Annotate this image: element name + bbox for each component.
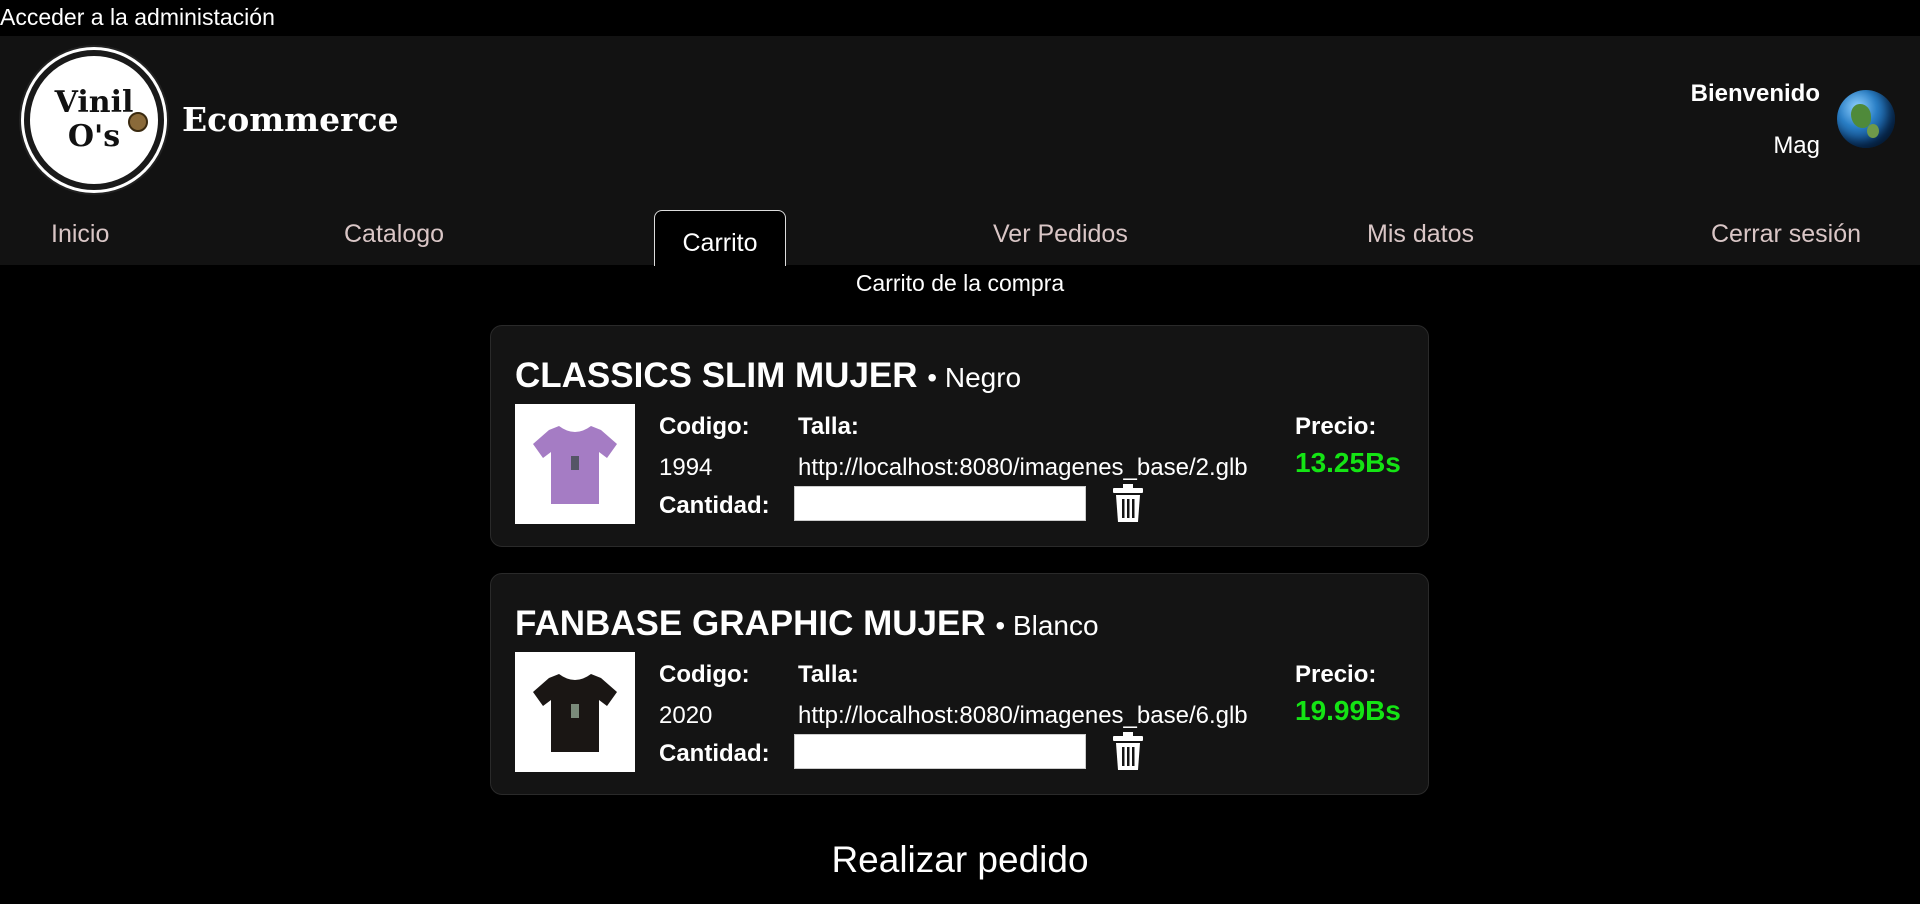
price-label: Precio: [1295,413,1377,440]
nav-catalogo[interactable]: Catalogo [344,220,444,249]
brand-title: Ecommerce [182,100,399,139]
size-value: http://localhost:8080/imagenes_base/6.gl… [798,702,1248,729]
code-value: 2020 [659,702,713,729]
vinyl-record-icon [128,112,148,132]
size-value: http://localhost:8080/imagenes_base/2.gl… [798,454,1248,481]
quantity-label: Cantidad: [659,492,770,519]
code-value: 1994 [659,454,713,481]
tshirt-image [533,426,617,504]
price-label: Precio: [1295,661,1377,688]
price-value: 19.99Bs [1295,695,1401,726]
product-thumbnail[interactable] [515,652,635,772]
trash-icon[interactable] [1111,731,1145,771]
product-color: • Blanco [995,610,1099,641]
username-text: Mag [1773,132,1820,159]
page-title: Carrito de la compra [855,270,1065,296]
quantity-input[interactable] [794,734,1086,769]
cart-item-card: FANBASE GRAPHIC MUJER • Blanco Codigo: 2… [490,573,1429,795]
main-nav: Inicio Catalogo Carrito Ver Pedidos Mis … [0,200,1920,266]
size-label: Talla: [798,661,859,688]
admin-access-link[interactable]: Acceder a la administación [0,4,275,34]
code-label: Codigo: [659,661,750,688]
nav-carrito-active-tab[interactable]: Carrito [654,210,786,266]
product-name: CLASSICS SLIM MUJER [515,356,918,395]
size-label: Talla: [798,413,859,440]
nav-cerrar-sesion[interactable]: Cerrar sesión [1711,220,1861,249]
product-name: FANBASE GRAPHIC MUJER [515,604,986,643]
product-name-row: FANBASE GRAPHIC MUJER • Blanco [515,604,1099,644]
product-name-row: CLASSICS SLIM MUJER • Negro [515,356,1021,396]
quantity-input[interactable] [794,486,1086,521]
place-order-button[interactable]: Realizar pedido [0,838,1920,882]
user-avatar-globe-icon[interactable] [1837,90,1895,148]
product-color: • Negro [927,362,1022,393]
nav-ver-pedidos[interactable]: Ver Pedidos [993,220,1128,249]
nav-inicio[interactable]: Inicio [51,220,109,249]
price-value: 13.25Bs [1295,447,1401,478]
tshirt-image [533,674,617,752]
trash-icon[interactable] [1111,483,1145,523]
code-label: Codigo: [659,413,750,440]
nav-mis-datos[interactable]: Mis datos [1367,220,1474,249]
product-thumbnail[interactable] [515,404,635,524]
welcome-text: Bienvenido [1690,80,1820,107]
cart-item-card: CLASSICS SLIM MUJER • Negro Codigo: 1994… [490,325,1429,547]
quantity-label: Cantidad: [659,740,770,767]
vinilos-logo[interactable]: Vinil O's [24,50,164,190]
